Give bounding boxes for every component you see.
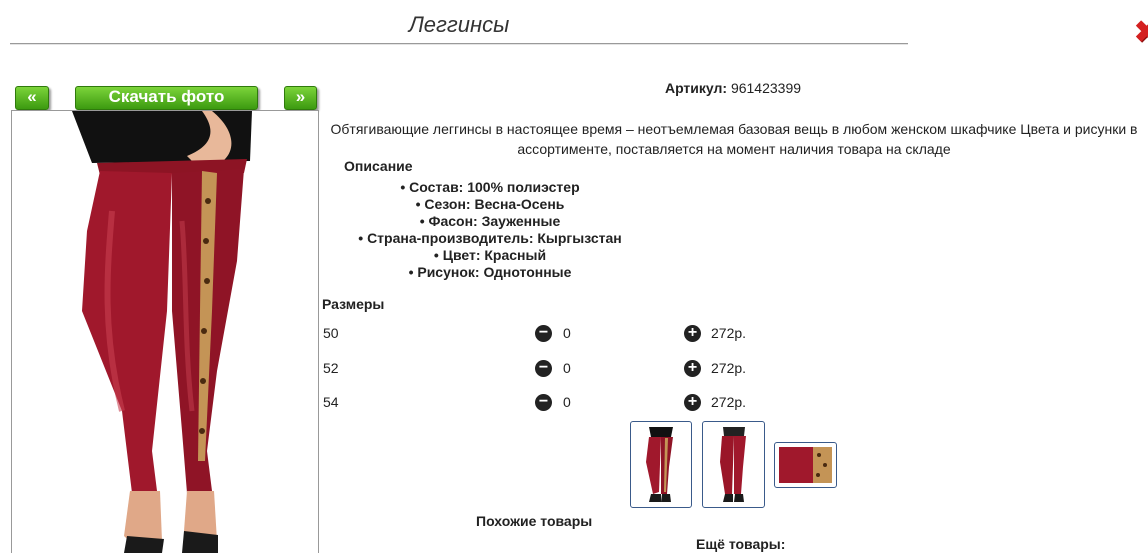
plus-circle-icon[interactable]: + — [684, 325, 701, 342]
details-item: Состав: 100% полиэстер — [330, 179, 650, 196]
quantity-value: 0 — [563, 325, 571, 341]
plus-circle-icon[interactable]: + — [684, 360, 701, 377]
quantity-value: 0 — [563, 394, 571, 410]
prev-photo-button[interactable]: « — [15, 86, 49, 110]
details-item: Цвет: Красный — [330, 247, 650, 264]
size-value: 54 — [323, 394, 339, 410]
sku-label: Артикул: — [664, 80, 728, 96]
details-item: Фасон: Зауженные — [330, 213, 650, 230]
product-photo — [11, 110, 319, 553]
minus-circle-icon[interactable]: − — [535, 360, 552, 377]
photo-thumbnail[interactable] — [702, 421, 765, 508]
price-value: 272р. — [711, 360, 747, 376]
page-title: Леггинсы — [408, 12, 510, 37]
close-icon[interactable]: ✖ — [1134, 18, 1148, 48]
price-value: 272р. — [711, 325, 747, 341]
photo-thumbnail[interactable] — [630, 421, 692, 508]
details-item: Рисунок: Однотонные — [330, 264, 650, 281]
size-value: 50 — [323, 325, 339, 341]
sku-value: 961423399 — [730, 80, 802, 96]
photo-thumbnail[interactable] — [774, 442, 837, 488]
similar-products-heading: Похожие товары — [476, 513, 593, 529]
details-item: Страна-производитель: Кыргызстан — [330, 230, 650, 247]
size-row: 54 − 0 + 272р. — [323, 394, 923, 414]
sizes-title: Размеры — [322, 296, 385, 312]
details-title: Описание — [344, 158, 413, 174]
more-products-heading: Ещё товары: — [696, 536, 786, 552]
plus-circle-icon[interactable]: + — [684, 394, 701, 411]
size-row: 52 − 0 + 272р. — [323, 360, 923, 380]
sku-line: Артикул: 961423399 — [318, 80, 1148, 96]
leggings-photo-illustration — [72, 111, 252, 553]
minus-circle-icon[interactable]: − — [535, 394, 552, 411]
product-description: Обтягивающие леггинсы в настоящее время … — [330, 121, 1138, 157]
details-item: Сезон: Весна-Осень — [330, 196, 650, 213]
quantity-value: 0 — [563, 360, 571, 376]
size-value: 52 — [323, 360, 339, 376]
price-value: 272р. — [711, 394, 747, 410]
next-photo-button[interactable]: » — [284, 86, 317, 110]
details-list: Состав: 100% полиэстер Сезон: Весна-Осен… — [330, 179, 650, 281]
download-photo-button[interactable]: Скачать фото — [75, 86, 258, 110]
size-row: 50 − 0 + 272р. — [323, 325, 923, 345]
title-divider — [10, 43, 908, 45]
minus-circle-icon[interactable]: − — [535, 325, 552, 342]
